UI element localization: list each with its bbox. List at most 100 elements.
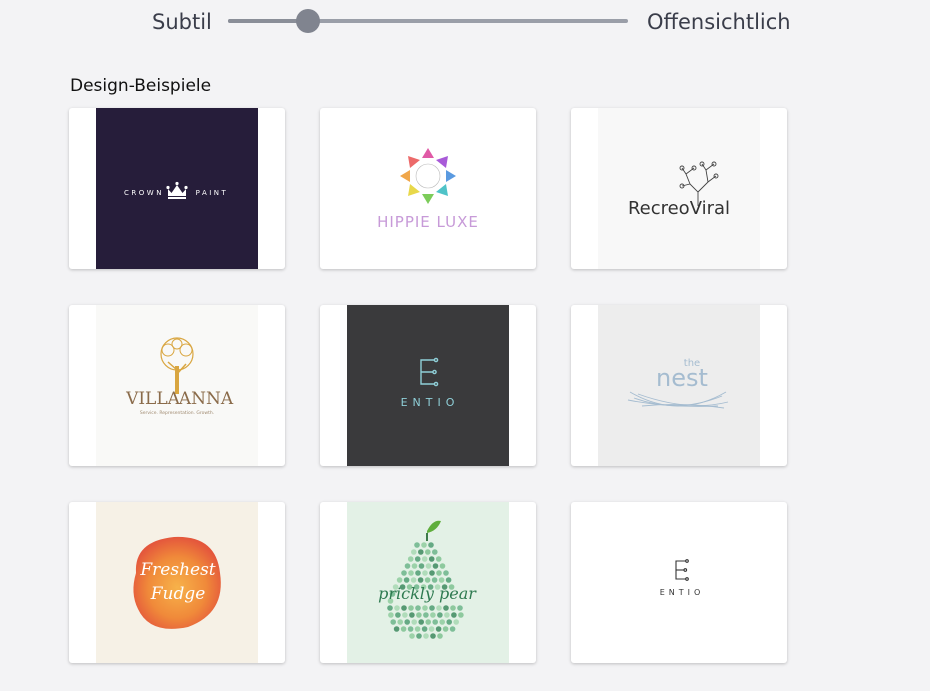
pear-dot <box>409 632 415 639</box>
subtlety-slider[interactable] <box>228 9 628 33</box>
crown-paint-logo: CROWN PAINT <box>96 108 258 269</box>
pear-dot <box>423 611 429 618</box>
pear-dot <box>443 604 449 611</box>
slider-label-left: Subtil <box>152 10 212 34</box>
pear-dot <box>424 576 431 583</box>
villa-anna-tagline: Service. Representation. Growth. <box>140 410 214 416</box>
pear-dot <box>394 604 400 611</box>
pear-dot <box>408 604 414 611</box>
pear-dot <box>435 625 442 632</box>
slider-label-right: Offensichtlich <box>647 10 791 34</box>
villa-anna-text-right: ANNA <box>178 389 234 409</box>
pear-dot <box>439 618 445 625</box>
pear-dot <box>428 541 434 548</box>
recreoviral-text: RecreoViral <box>628 198 730 219</box>
freshest-fudge-logo: Freshest Fudge <box>96 502 258 663</box>
pear-dot <box>423 632 429 639</box>
pear-dot <box>418 548 424 555</box>
recreoviral-logo: RecreoViral <box>598 108 760 269</box>
design-card-hippie-luxe[interactable]: HIPPIE LUXE <box>320 108 536 269</box>
design-card-entio-dark[interactable]: ENTIO <box>320 305 536 466</box>
pear-dot <box>437 632 443 639</box>
pear-dot <box>416 611 422 618</box>
pear-dot <box>402 611 408 618</box>
pear-dot <box>436 604 442 611</box>
pear-dot <box>431 576 438 583</box>
pear-dot <box>432 548 438 555</box>
pear-dot <box>416 632 422 639</box>
pear-dot <box>409 611 415 618</box>
entio-logo-light: ENTIO <box>598 502 760 663</box>
tree-icon <box>160 336 194 394</box>
watercolor-blob-icon <box>133 536 221 629</box>
freshest-fudge-text-line2: Fudge <box>150 584 206 604</box>
design-card-freshest-fudge[interactable]: Freshest Fudge <box>69 502 285 663</box>
pear-dot <box>429 604 435 611</box>
pear-dot <box>436 569 442 576</box>
crown-paint-text-left: CROWN <box>124 189 164 197</box>
pear-dot <box>425 548 431 555</box>
pear-dot <box>414 625 421 632</box>
pear-dot <box>421 625 428 632</box>
pear-dot <box>411 618 417 625</box>
design-card-villa-anna[interactable]: VILLA ANNA Service. Representation. Grow… <box>69 305 285 466</box>
pear-dot <box>417 576 424 583</box>
pear-dot <box>422 604 428 611</box>
design-card-entio-light[interactable]: ENTIO <box>571 502 787 663</box>
pear-dot <box>437 611 443 618</box>
pear-dot <box>443 569 449 576</box>
pear-dot <box>445 576 452 583</box>
pear-icon <box>387 520 464 639</box>
pear-dot <box>421 555 428 562</box>
pear-dot <box>430 611 436 618</box>
subtlety-slider-row: Subtil Offensichtlich <box>0 0 930 50</box>
pear-dot <box>451 611 457 618</box>
slider-thumb[interactable] <box>296 9 320 33</box>
pear-dot <box>401 604 407 611</box>
pear-dot <box>428 625 435 632</box>
pear-dot <box>450 604 456 611</box>
design-examples-grid: CROWN PAINT HIPPIE LUXE RecreoViral VILL… <box>69 108 787 663</box>
entio-e-icon <box>675 558 689 581</box>
the-nest-logo: the nest <box>598 305 760 466</box>
design-card-the-nest[interactable]: the nest <box>571 305 787 466</box>
prickly-pear-logo: prickly pear <box>347 502 509 663</box>
section-title: Design-Beispiele <box>70 76 212 96</box>
pear-dot <box>414 555 421 562</box>
design-card-prickly-pear[interactable]: prickly pear <box>320 502 536 663</box>
pear-dot <box>432 562 439 569</box>
entio-e-icon <box>420 357 439 386</box>
villa-anna-logo: VILLA ANNA Service. Representation. Grow… <box>96 305 258 466</box>
entio-logo-dark: ENTIO <box>347 305 509 466</box>
pear-dot <box>425 562 432 569</box>
pear-dot <box>453 618 459 625</box>
pear-dot <box>388 611 394 618</box>
pear-dot <box>422 569 428 576</box>
the-nest-text: nest <box>656 364 708 392</box>
pear-dot <box>390 618 396 625</box>
entio-dark-text: ENTIO <box>401 396 460 409</box>
hippie-flower-icon <box>400 147 456 204</box>
pear-dot <box>435 555 442 562</box>
pear-dot <box>449 625 456 632</box>
pear-dot <box>418 562 425 569</box>
pear-dot <box>397 618 403 625</box>
pear-dot <box>428 555 435 562</box>
pear-dot <box>438 576 445 583</box>
pear-dot <box>400 625 407 632</box>
pear-dot <box>414 541 420 548</box>
hippie-luxe-text: HIPPIE LUXE <box>377 213 479 231</box>
hippie-luxe-logo: HIPPIE LUXE <box>347 108 509 269</box>
pear-dot <box>415 569 421 576</box>
nest-icon <box>627 391 729 408</box>
pear-dot <box>404 562 411 569</box>
pear-dot <box>387 604 393 611</box>
pear-dot <box>415 604 421 611</box>
pear-dot <box>444 611 450 618</box>
pear-dot <box>446 618 452 625</box>
design-card-crown-paint[interactable]: CROWN PAINT <box>69 108 285 269</box>
pear-dot <box>411 548 417 555</box>
design-card-recreoviral[interactable]: RecreoViral <box>571 108 787 269</box>
pear-dot <box>411 562 418 569</box>
pear-dot <box>442 625 449 632</box>
